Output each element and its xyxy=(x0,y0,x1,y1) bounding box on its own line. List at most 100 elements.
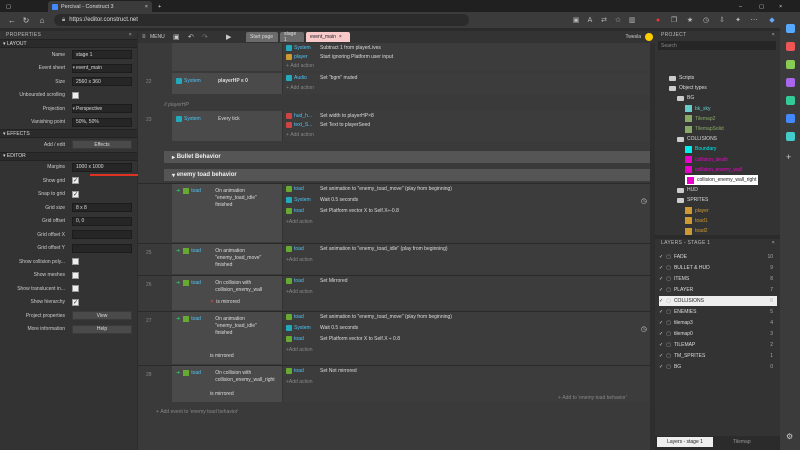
search-icon[interactable] xyxy=(786,24,795,33)
action-line[interactable]: toad Set animation to "enemy_toad_move" (… xyxy=(286,312,452,322)
layer-row[interactable]: ✓ ▢ BG 0 xyxy=(659,362,777,372)
project-tree-item[interactable]: toad2 xyxy=(685,226,708,236)
games-icon[interactable] xyxy=(786,78,795,87)
event-row-23[interactable]: 23 System Every tick hud_h... Set width to… xyxy=(138,111,655,141)
lock-icon[interactable]: ▢ xyxy=(666,287,671,293)
tools-icon[interactable] xyxy=(786,60,795,69)
add-action-link[interactable]: + Add action xyxy=(286,287,313,297)
condition-line[interactable]: ➜ toad On collision with collision_enemy_w… xyxy=(176,280,281,294)
project-tree-item[interactable]: Boundary xyxy=(685,144,716,154)
settings-more-icon[interactable]: ⋯ xyxy=(748,14,760,26)
add-to-group-link[interactable]: + Add to 'enemy toad behavior' xyxy=(558,393,627,403)
add-action-link[interactable]: + Add action xyxy=(286,61,314,71)
prop-value-input[interactable]: 8 x 8 xyxy=(72,203,132,213)
project-tree-item[interactable]: toad1 xyxy=(685,216,708,226)
effects-button[interactable]: Effects xyxy=(72,140,132,150)
project-search-input[interactable]: Search xyxy=(658,41,776,50)
condition-line[interactable]: ➜ toad On animation "enemy_toad_move" fini… xyxy=(176,248,281,269)
extensions-icon[interactable]: ✦ xyxy=(732,14,744,26)
layer-row[interactable]: ✓ ▢ tilemap3 4 xyxy=(659,318,777,328)
lock-icon[interactable]: ▢ xyxy=(666,342,671,348)
extension-icon[interactable]: ● xyxy=(652,14,664,26)
close-panel-icon[interactable]: × xyxy=(129,32,132,38)
minimize-icon[interactable]: – xyxy=(735,1,745,12)
lock-icon[interactable]: ▢ xyxy=(666,364,671,370)
action-line[interactable]: toad Set Platform vector X to Self.X÷-0.8 xyxy=(286,206,399,216)
action-block[interactable]: toad Set Mirrored + Add action xyxy=(283,276,655,310)
favorites-bar-icon[interactable]: ★ xyxy=(684,14,696,26)
event-row-21[interactable]: System Subtract 1 from playerLives player… xyxy=(138,43,655,71)
prop-value-input[interactable]: stage 1 xyxy=(72,50,132,60)
drop-icon[interactable] xyxy=(786,132,795,141)
url-input[interactable]: 🔒︎ https://editor.construct.net xyxy=(54,14,469,26)
prop-checkbox[interactable] xyxy=(72,285,79,293)
menu-icon[interactable]: ≡ xyxy=(142,34,146,40)
condition-block[interactable]: ➜ toad On animation "enemy_toad_move" fini… xyxy=(172,244,283,274)
lock-icon[interactable]: ▢ xyxy=(666,276,671,282)
event-row[interactable]: 25 ➜ toad On animation "enemy_toad_move" fi… xyxy=(138,243,655,274)
visibility-check-icon[interactable]: ✓ xyxy=(659,342,663,348)
visibility-check-icon[interactable]: ✓ xyxy=(659,254,663,260)
action-line[interactable]: System Wait 0.5 seconds xyxy=(286,195,358,205)
downloads-icon[interactable]: ⇩ xyxy=(716,14,728,26)
condition-line[interactable]: ➜ toad On animation "enemy_toad_idle" fini… xyxy=(176,316,281,337)
layer-row[interactable]: ✓ ▢ TILEMAP 2 xyxy=(659,340,777,350)
read-aloud-icon[interactable]: A xyxy=(584,14,596,26)
prop-checkbox[interactable]: ✓ xyxy=(72,190,79,198)
action-block[interactable]: Audio Set "bgm" muted + Add action xyxy=(283,73,655,94)
project-tree-item[interactable]: Scripts xyxy=(669,73,694,83)
lock-icon[interactable]: ▢ xyxy=(666,265,671,271)
layer-row[interactable]: ✓ ▢ ENEMIES 5 xyxy=(659,307,777,317)
visibility-check-icon[interactable]: ✓ xyxy=(659,353,663,359)
layer-row[interactable]: ✓ ▢ BULLET & HUD 9 xyxy=(659,263,777,273)
action-block[interactable]: toad Set animation to "enemy_toad_move" (… xyxy=(283,312,655,364)
prop-value-input[interactable]: 50%, 50% xyxy=(72,117,132,127)
username[interactable]: Twesla xyxy=(625,34,641,40)
redo-icon[interactable]: ↷ xyxy=(202,33,208,41)
condition-block[interactable]: System Every tick xyxy=(172,111,283,141)
tab-tilemap[interactable]: Tilemap xyxy=(733,439,751,445)
sidebar-settings-icon[interactable]: ⚙ xyxy=(786,432,793,441)
copilot-icon[interactable]: ◆ xyxy=(766,14,778,26)
close-tab-icon[interactable]: × xyxy=(145,4,148,10)
visibility-check-icon[interactable]: ✓ xyxy=(659,287,663,293)
play-icon[interactable]: ▶ xyxy=(226,33,231,41)
action-line[interactable]: toad Set animation to "enemy_toad_idle" (… xyxy=(286,244,448,254)
user-avatar[interactable] xyxy=(645,33,653,41)
section-layout[interactable]: ▾ LAYOUT xyxy=(0,39,137,48)
visibility-check-icon[interactable]: ✓ xyxy=(659,331,663,337)
close-tab-icon[interactable]: × xyxy=(339,34,342,40)
lock-icon[interactable]: ▢ xyxy=(666,309,671,315)
layer-row[interactable]: ✓ ▢ TM_SPRITES 1 xyxy=(659,351,777,361)
action-block[interactable]: toad Set animation to "enemy_toad_move" (… xyxy=(283,184,655,242)
project-tree-item[interactable]: TilemapSolid xyxy=(685,124,724,134)
project-tree-item[interactable]: HUD xyxy=(677,185,698,195)
project-tree-item[interactable]: collision_enemy_wall xyxy=(685,165,742,175)
condition-line[interactable]: ➜ toad On collision with collision_enemy_w… xyxy=(176,370,281,384)
event-row[interactable]: 26 ➜ toad On collision with collision_enemy… xyxy=(138,275,655,310)
add-action-link[interactable]: + Add action xyxy=(286,377,313,387)
tab-actions-icon[interactable]: ▢ xyxy=(2,1,14,12)
prop-value-input[interactable]: 0, 0 xyxy=(72,216,132,226)
action-line[interactable]: Audio Set "bgm" muted xyxy=(286,73,357,83)
prop-checkbox[interactable] xyxy=(72,258,79,266)
office-icon[interactable] xyxy=(786,96,795,105)
prop-checkbox[interactable] xyxy=(72,271,79,279)
app-icon[interactable]: ▣ xyxy=(570,14,582,26)
section-effects[interactable]: ▾ EFFECTS xyxy=(0,129,137,138)
section-editor[interactable]: ▾ EDITOR xyxy=(0,151,137,161)
add-action-link[interactable]: + Add action xyxy=(286,345,313,355)
group-bullet-behavior[interactable]: ▸ Bullet Behavior xyxy=(164,151,655,163)
close-panel-icon[interactable]: × xyxy=(772,32,775,38)
add-action-link[interactable]: + Add action xyxy=(286,255,313,265)
editor-tab[interactable]: Start page xyxy=(246,32,278,42)
project-tree-item[interactable]: BG xyxy=(677,93,694,103)
lock-icon[interactable]: ▢ xyxy=(666,331,671,337)
collections-icon[interactable]: ❐ xyxy=(668,14,680,26)
unbounded-scrolling-checkbox[interactable] xyxy=(72,91,79,99)
menu-button[interactable]: MENU xyxy=(150,34,165,40)
maximize-icon[interactable]: ▢ xyxy=(755,1,765,12)
condition-block[interactable]: ➜ toad On collision with collision_enemy_w… xyxy=(172,366,283,402)
history-icon[interactable]: ◷ xyxy=(700,14,712,26)
refresh-icon[interactable]: ↻ xyxy=(20,14,32,26)
